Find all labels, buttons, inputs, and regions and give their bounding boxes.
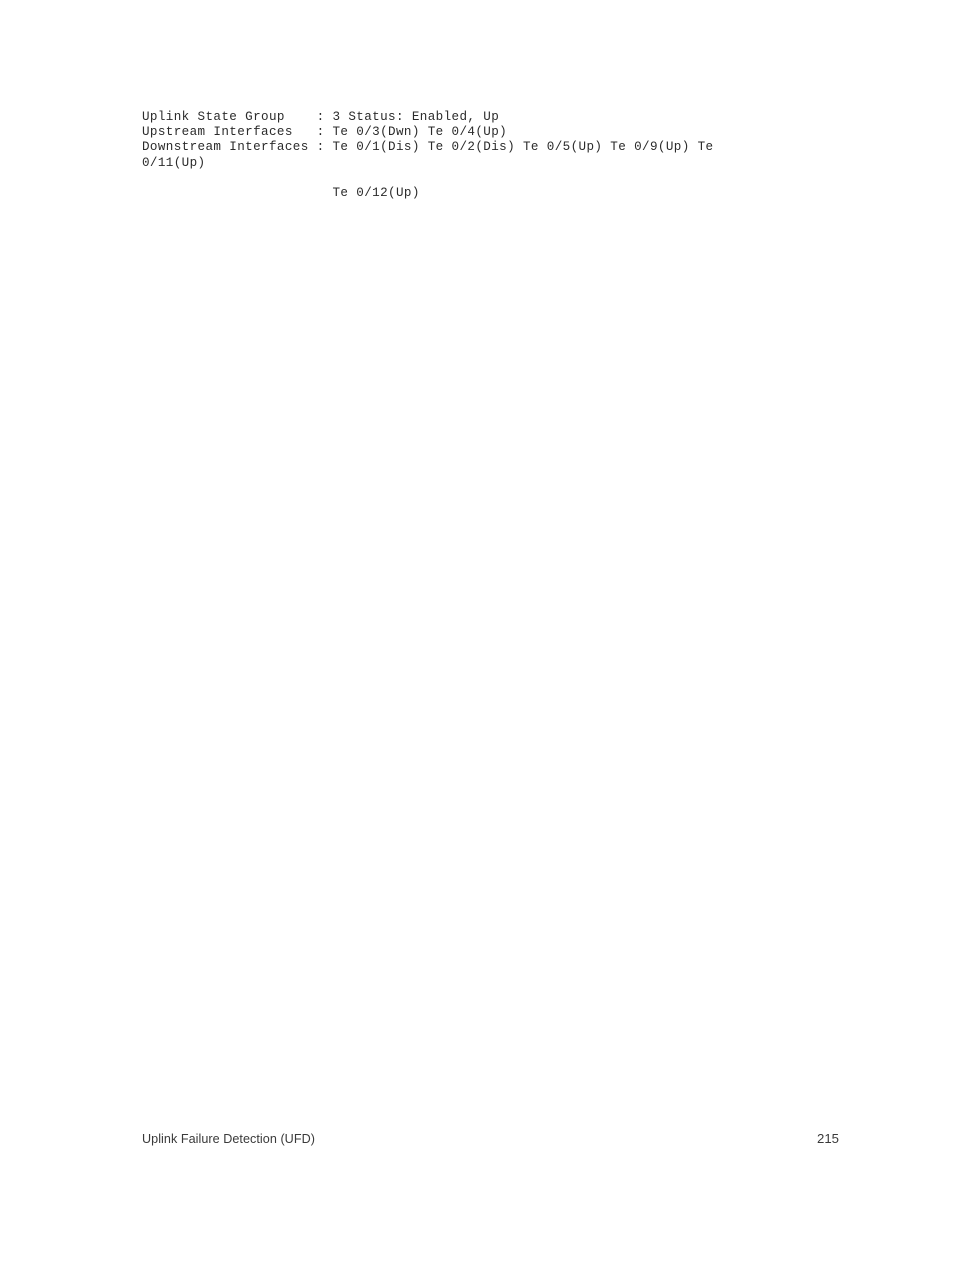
cli-line-downstream-interfaces-wrap: 0/11(Up)	[142, 155, 206, 170]
cli-line-downstream-interfaces-continued: Te 0/12(Up)	[142, 186, 420, 200]
footer-section-title: Uplink Failure Detection (UFD)	[142, 1132, 315, 1146]
page-footer: Uplink Failure Detection (UFD) 215	[142, 1131, 839, 1146]
cli-line-downstream-interfaces: Downstream Interfaces : Te 0/1(Dis) Te 0…	[142, 140, 714, 155]
cli-blank-line	[142, 171, 842, 186]
cli-line-upstream-interfaces: Upstream Interfaces : Te 0/3(Dwn) Te 0/4…	[142, 125, 508, 140]
cli-output-block: Uplink State Group : 3 Status: Enabled, …	[142, 110, 842, 201]
cli-line-uplink-state-group: Uplink State Group : 3 Status: Enabled, …	[142, 110, 500, 124]
footer-page-number: 215	[816, 1131, 839, 1146]
document-page: Uplink State Group : 3 Status: Enabled, …	[0, 0, 954, 1268]
